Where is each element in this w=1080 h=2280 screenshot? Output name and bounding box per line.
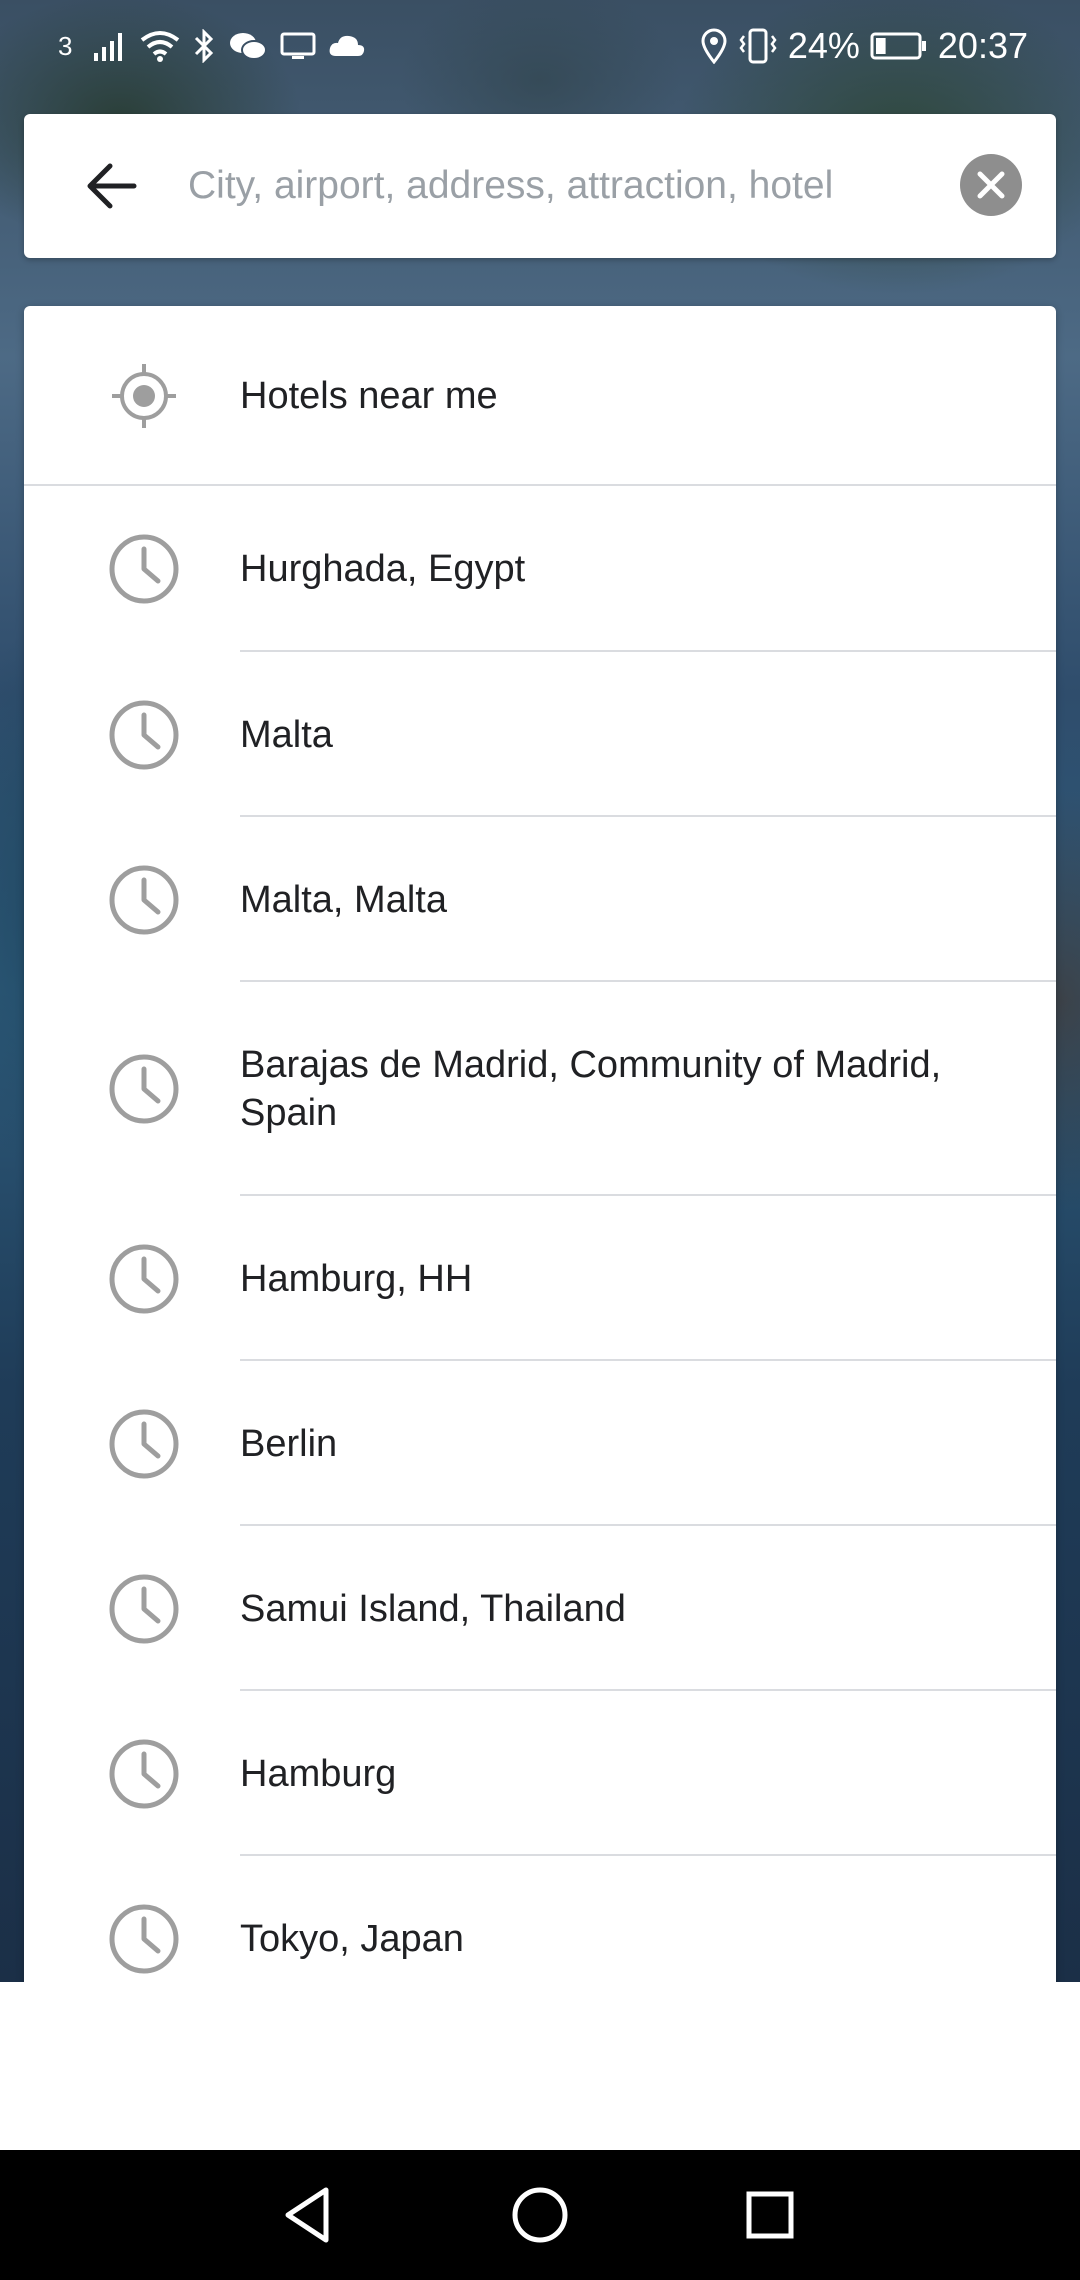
history-clock-icon	[109, 700, 179, 769]
recent-search-label: Samui Island, Thailand	[240, 1587, 626, 1630]
app-screen: 3 24% 20:37 City, airport, address, attr…	[0, 0, 1080, 2280]
wechat-icon	[230, 33, 268, 60]
recent-search-row[interactable]: Berlin	[24, 1361, 1056, 1526]
recent-search-label: Barajas de Madrid, Community of Madrid, …	[240, 1044, 942, 1134]
arrow-back-icon	[87, 163, 137, 209]
bottom-sheet-background	[0, 1982, 1080, 2150]
status-bar-left: 3	[58, 26, 366, 66]
hotels-near-me-row[interactable]: Hotels near me	[24, 306, 1056, 486]
vibrate-icon	[739, 28, 777, 64]
hotels-near-me-label: Hotels near me	[240, 375, 498, 417]
recent-search-row[interactable]: Hurghada, Egypt	[24, 486, 1056, 652]
history-clock-icon	[109, 1244, 179, 1313]
history-clock-icon	[109, 1054, 179, 1124]
clock: 20:37	[937, 25, 1028, 66]
recent-search-label: Hamburg	[240, 1752, 397, 1795]
status-bar: 3 24% 20:37	[0, 0, 1080, 92]
square-recents-icon	[746, 2191, 794, 2239]
triangle-back-icon	[285, 2187, 329, 2243]
recent-search-row[interactable]: Samui Island, Thailand	[24, 1526, 1056, 1691]
bluetooth-icon	[195, 29, 214, 63]
recent-search-label: Hamburg, HH	[240, 1257, 473, 1300]
back-button[interactable]	[82, 158, 142, 214]
navigation-bar	[0, 2150, 1080, 2280]
history-clock-icon	[109, 865, 179, 934]
search-input[interactable]	[188, 148, 948, 224]
search-bar	[24, 114, 1056, 258]
battery-icon	[870, 32, 926, 60]
location-icon	[701, 28, 727, 64]
history-clock-icon	[109, 1409, 179, 1478]
nav-home-button[interactable]	[505, 2180, 575, 2250]
recent-search-label: Hurghada, Egypt	[240, 548, 526, 590]
recent-search-row[interactable]: Barajas de Madrid, Community of Madrid, …	[24, 982, 1056, 1196]
history-clock-icon	[109, 1574, 179, 1643]
wifi-icon	[141, 31, 180, 62]
suggestions-list: Hotels near me Hurghada, Egypt Malta Malta…	[24, 306, 1056, 2124]
cast-icon	[280, 32, 316, 59]
recent-searches: Hurghada, Egypt Malta Malta, Malta Barajas …	[24, 486, 1056, 2124]
history-clock-icon	[109, 1739, 179, 1808]
recent-search-row[interactable]: Malta, Malta	[24, 817, 1056, 982]
signal-icon	[94, 33, 123, 61]
circle-home-icon	[512, 2187, 568, 2243]
clear-search-button[interactable]	[960, 154, 1022, 216]
cloud-icon	[330, 35, 365, 56]
recent-search-label: Malta	[240, 713, 333, 756]
recent-search-row[interactable]: Hamburg, HH	[24, 1196, 1056, 1361]
battery-percent: 24%	[787, 25, 860, 66]
status-bar-right: 24% 20:37	[700, 24, 1028, 68]
history-clock-icon	[109, 534, 179, 604]
recent-search-row[interactable]: Hamburg	[24, 1691, 1056, 1856]
recent-search-row[interactable]: Malta	[24, 652, 1056, 817]
nav-back-button[interactable]	[274, 2180, 344, 2250]
recent-search-label: Tokyo, Japan	[240, 1917, 464, 1960]
close-icon	[977, 171, 1005, 199]
nav-recents-button[interactable]	[735, 2180, 805, 2250]
recent-search-label: Malta, Malta	[240, 878, 447, 921]
my-location-icon	[112, 364, 176, 428]
history-clock-icon	[109, 1904, 179, 1973]
recent-search-label: Berlin	[240, 1422, 338, 1465]
carrier-label: 3	[58, 30, 73, 61]
